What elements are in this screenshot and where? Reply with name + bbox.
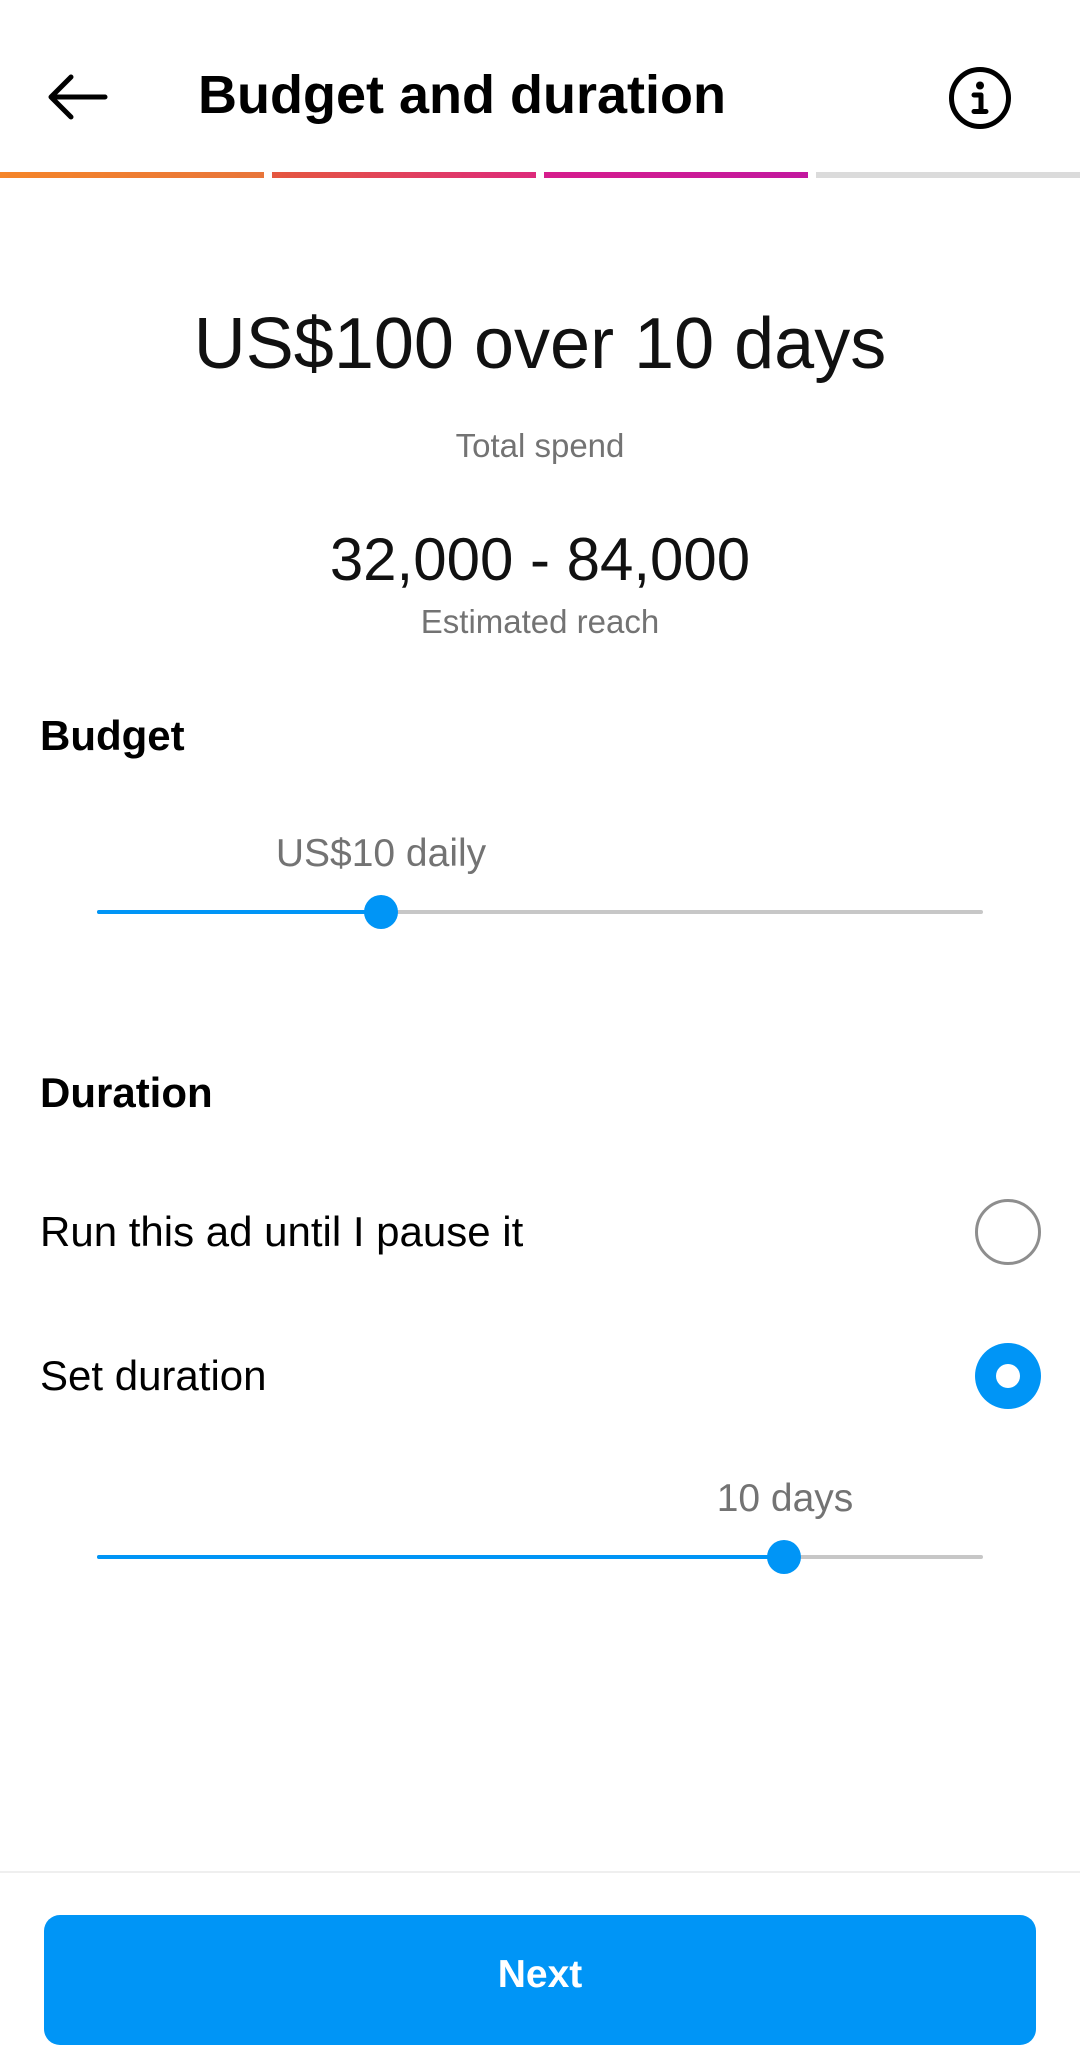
step-progress — [0, 172, 1080, 178]
option-label: Set duration — [40, 1352, 267, 1399]
radio-button[interactable] — [975, 1199, 1041, 1265]
estimated-reach-label: Estimated reach — [420, 603, 660, 640]
option-set-duration[interactable]: Set duration — [0, 1321, 1080, 1431]
option-label: Run this ad until I pause it — [40, 1208, 524, 1255]
duration-slider[interactable] — [97, 1527, 983, 1587]
page-title: Budget and duration — [198, 65, 726, 125]
slider-fill — [97, 1555, 784, 1559]
total-spend-label: Total spend — [455, 427, 625, 464]
progress-step-2 — [272, 172, 536, 178]
slider-fill — [97, 910, 381, 914]
progress-step-4 — [816, 172, 1080, 178]
duration-heading: Duration — [40, 1069, 213, 1116]
radio-button[interactable] — [975, 1343, 1041, 1409]
back-button[interactable] — [30, 50, 124, 144]
slider-thumb[interactable] — [363, 895, 398, 929]
next-button[interactable]: Next — [44, 1915, 1036, 2045]
budget-slider[interactable] — [97, 882, 983, 942]
budget-value-label: US$10 daily — [275, 832, 487, 875]
duration-value-label: 10 days — [716, 1477, 854, 1520]
progress-step-1 — [0, 172, 264, 178]
slider-thumb[interactable] — [766, 1540, 801, 1574]
option-run-until-paused[interactable]: Run this ad until I pause it — [0, 1177, 1080, 1287]
info-button[interactable] — [934, 52, 1026, 144]
estimated-reach-value: 32,000 - 84,000 — [329, 526, 751, 593]
progress-step-3 — [544, 172, 808, 178]
footer-divider — [0, 1871, 1080, 1873]
spend-summary: US$100 over 10 days — [193, 304, 887, 384]
info-circle-icon — [949, 67, 1011, 129]
budget-heading: Budget — [40, 712, 185, 759]
arrow-left-icon — [48, 74, 108, 120]
